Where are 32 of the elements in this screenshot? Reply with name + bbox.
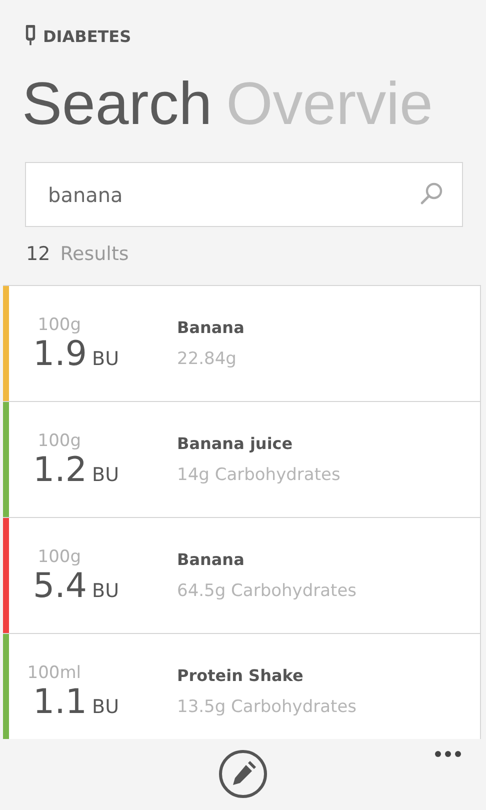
unit-label: BU — [92, 580, 119, 602]
glucose-meter-icon — [25, 24, 36, 48]
food-item[interactable]: 100ml 1.1 BU Protein Shake 13.5g Carbohydrates — [3, 634, 481, 739]
bread-unit-value: 1.2 — [32, 450, 88, 488]
bread-unit-value: 5.4 — [32, 566, 88, 604]
unit-label: BU — [92, 464, 119, 486]
portion-label: 100g — [38, 314, 81, 334]
unit-label: BU — [92, 696, 119, 718]
result-count: 12 — [26, 243, 50, 265]
unit-label: BU — [92, 348, 119, 370]
portion-label: 100ml — [27, 662, 81, 682]
portion-label: 100g — [38, 430, 81, 450]
food-item[interactable]: 100g 1.2 BU Banana juice 14g Carbohydrates — [3, 402, 481, 518]
bread-unit-value: 1.9 — [32, 334, 88, 372]
search-field[interactable]: banana — [25, 162, 463, 227]
edit-button[interactable] — [218, 749, 268, 799]
bread-unit-value: 1.1 — [32, 682, 88, 720]
pivot-tab[interactable]: Search — [22, 69, 212, 139]
food-item[interactable]: 100g 1.9 BU Banana 22.84g — [3, 286, 481, 402]
food-item[interactable]: 100g 5.4 BU Banana 64.5g Carbohydrates — [3, 518, 481, 634]
results-label: Results — [60, 243, 129, 265]
carb-detail: 64.5g Carbohydrates — [177, 581, 357, 601]
portion-label: 100g — [38, 546, 81, 566]
food-name: Banana — [177, 550, 246, 569]
carb-detail: 13.5g Carbohydrates — [177, 697, 357, 717]
carb-detail: 22.84g — [177, 349, 238, 369]
app-title: DIABETES — [43, 26, 132, 46]
food-name: Banana — [177, 318, 244, 337]
food-name: Protein Shake — [177, 666, 304, 685]
carb-detail: 14g Carbohydrates — [177, 465, 340, 485]
more-icon[interactable] — [434, 750, 462, 758]
food-name: Banana juice — [177, 434, 294, 453]
